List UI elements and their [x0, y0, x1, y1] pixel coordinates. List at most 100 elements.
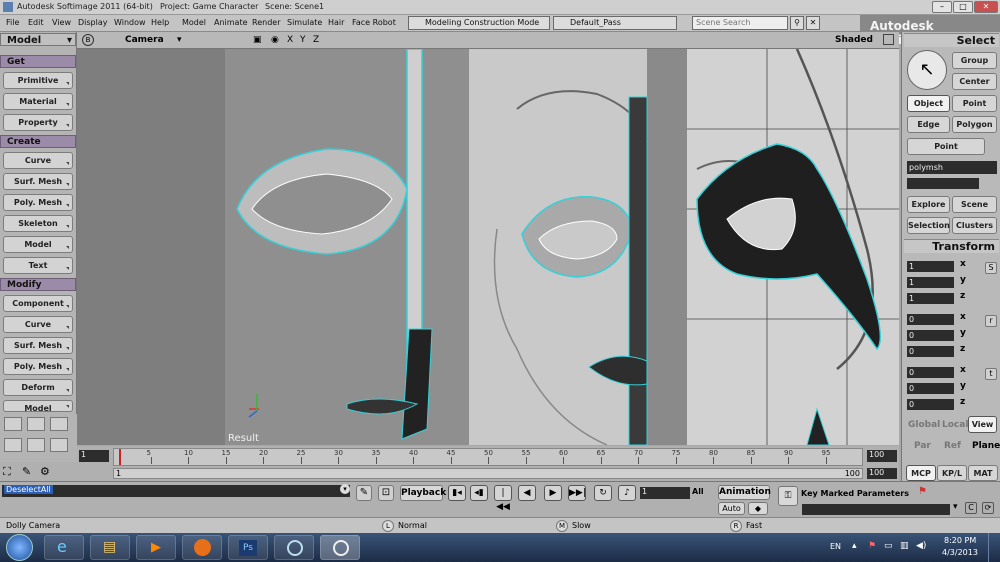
firefox-icon[interactable] — [182, 535, 222, 560]
viewport-letter-b[interactable]: B — [82, 34, 94, 46]
softimage-active-icon[interactable] — [320, 535, 360, 560]
object-name-field[interactable]: polymsh — [907, 161, 997, 174]
menu-model[interactable]: Model — [182, 18, 206, 27]
display-icon[interactable]: ▭ — [884, 541, 893, 551]
viewport-3d[interactable]: Result — [77, 49, 899, 445]
split-view-icon[interactable] — [4, 438, 22, 452]
range-end-field[interactable]: 100 — [867, 468, 897, 479]
primitive-button[interactable]: Primitive — [3, 72, 73, 89]
step-back-icon[interactable]: ◂▮ — [470, 485, 488, 501]
key-marked-icon[interactable]: ⚿ — [778, 486, 798, 506]
search-icon[interactable]: ⚲ — [790, 16, 804, 30]
view-toggle[interactable]: View — [968, 416, 997, 433]
tab-mcp[interactable]: MCP — [906, 465, 936, 481]
construction-mode-combo[interactable]: Modeling Construction Mode — [408, 16, 550, 30]
shading-menu[interactable]: Shaded — [835, 35, 873, 45]
timeline-start-field[interactable]: 1 — [79, 450, 109, 462]
maximize-viewport-icon[interactable] — [883, 34, 894, 45]
play-backward-icon[interactable]: ◀ — [518, 485, 536, 501]
settings-tool-icon[interactable]: ⚙ — [40, 465, 50, 478]
translate-button[interactable]: t — [985, 368, 997, 380]
section-get[interactable]: Get — [0, 55, 76, 68]
modify-component-button[interactable]: Component — [3, 295, 73, 312]
translate-y-field[interactable]: 0 — [907, 383, 954, 394]
filter-field[interactable] — [907, 178, 979, 189]
menu-edit[interactable]: Edit — [28, 18, 44, 27]
media-player-icon[interactable]: ▶ — [136, 535, 176, 560]
volume-icon[interactable]: ◀) — [916, 541, 926, 551]
audio-icon[interactable]: ♪ — [618, 485, 636, 501]
menu-face-robot[interactable]: Face Robot — [352, 18, 396, 27]
plane-toggle[interactable]: Plane — [972, 441, 1000, 451]
modify-poly-mesh-button[interactable]: Poly. Mesh — [3, 358, 73, 375]
create-skeleton-button[interactable]: Skeleton — [3, 215, 73, 232]
point-button[interactable]: Point — [952, 95, 997, 112]
modify-model-button[interactable]: Model — [3, 400, 73, 412]
select-tool-icon[interactable]: ⛶ — [3, 465, 11, 479]
minimize-button[interactable]: – — [932, 1, 952, 13]
material-button[interactable]: Material — [3, 93, 73, 110]
auto-key-button[interactable]: Auto — [718, 502, 745, 515]
menu-hair[interactable]: Hair — [328, 18, 344, 27]
scale-y-field[interactable]: 1 — [907, 277, 954, 288]
tab-mat[interactable]: MAT — [968, 465, 998, 481]
show-desktop-button[interactable] — [988, 533, 1000, 562]
clear-search-icon[interactable]: ✕ — [806, 16, 820, 30]
loop-icon[interactable]: ↻ — [594, 485, 612, 501]
range-slider[interactable]: 1 100 — [113, 468, 863, 479]
create-curve-button[interactable]: Curve — [3, 152, 73, 169]
action-center-icon[interactable]: ⚑ — [868, 541, 876, 551]
edge-button[interactable]: Edge — [907, 116, 950, 133]
par-toggle[interactable]: Par — [914, 441, 931, 451]
next-key-icon[interactable]: ▶▶| — [568, 485, 586, 501]
object-button[interactable]: Object — [907, 95, 950, 112]
marked-params-icon[interactable]: ⚑ — [918, 486, 934, 500]
command-line[interactable]: DeselectAll — [2, 485, 350, 497]
scale-button[interactable]: S — [985, 262, 997, 274]
translate-z-field[interactable]: 0 — [907, 399, 954, 410]
rotate-z-field[interactable]: 0 — [907, 346, 954, 357]
clock-time[interactable]: 8:20 PM — [944, 536, 976, 545]
first-frame-icon[interactable]: ▮◂ — [448, 485, 466, 501]
clear-icon[interactable]: C — [965, 502, 977, 514]
menu-file[interactable]: File — [6, 18, 19, 27]
create-poly-mesh-button[interactable]: Poly. Mesh — [3, 194, 73, 211]
render-pass-combo[interactable]: Default_Pass — [553, 16, 677, 30]
layout-icon[interactable] — [27, 417, 45, 431]
clusters-button[interactable]: Clusters — [952, 217, 997, 234]
key-status-field[interactable] — [802, 504, 950, 515]
menu-window[interactable]: Window — [114, 18, 146, 27]
modify-surf-mesh-button[interactable]: Surf. Mesh — [3, 337, 73, 354]
create-text-button[interactable]: Text — [3, 257, 73, 274]
four-view-icon[interactable] — [50, 438, 68, 452]
menu-simulate[interactable]: Simulate — [287, 18, 322, 27]
selection-button[interactable]: Selection — [907, 217, 950, 234]
lock-icon[interactable]: ⊡ — [378, 485, 394, 501]
current-frame-field[interactable]: 1 — [640, 487, 690, 499]
internet-explorer-icon[interactable]: e — [44, 535, 84, 560]
center-button[interactable]: Center — [952, 73, 997, 90]
section-create[interactable]: Create — [0, 135, 76, 148]
rotate-button[interactable]: r — [985, 315, 997, 327]
axis-z-toggle[interactable]: Z — [313, 35, 319, 45]
quad-view-icon[interactable] — [50, 417, 68, 431]
explorer-folder-icon[interactable]: ▤ — [90, 535, 130, 560]
play-forward-icon[interactable]: ▶ — [544, 485, 562, 501]
animation-menu[interactable]: Animation — [718, 485, 771, 500]
group-button[interactable]: Group — [952, 52, 997, 69]
chevron-down-icon[interactable]: ▾ — [177, 35, 182, 45]
explore-button[interactable]: Explore — [907, 196, 950, 213]
language-indicator[interactable]: EN — [830, 542, 841, 551]
polygon-button[interactable]: Polygon — [952, 116, 997, 133]
menu-display[interactable]: Display — [78, 18, 108, 27]
camera-icon[interactable]: ▣ — [253, 35, 262, 45]
section-modify[interactable]: Modify — [0, 278, 76, 291]
axis-y-toggle[interactable]: Y — [300, 35, 306, 45]
scale-x-field[interactable]: 1 — [907, 261, 954, 272]
clock-date[interactable]: 4/3/2013 — [942, 548, 978, 557]
photoshop-icon[interactable]: Ps — [228, 535, 268, 560]
tab-kpl[interactable]: KP/L — [937, 465, 967, 481]
rotate-y-field[interactable]: 0 — [907, 330, 954, 341]
all-button[interactable]: All — [692, 487, 712, 499]
script-editor-icon[interactable]: ✎ — [356, 485, 372, 501]
